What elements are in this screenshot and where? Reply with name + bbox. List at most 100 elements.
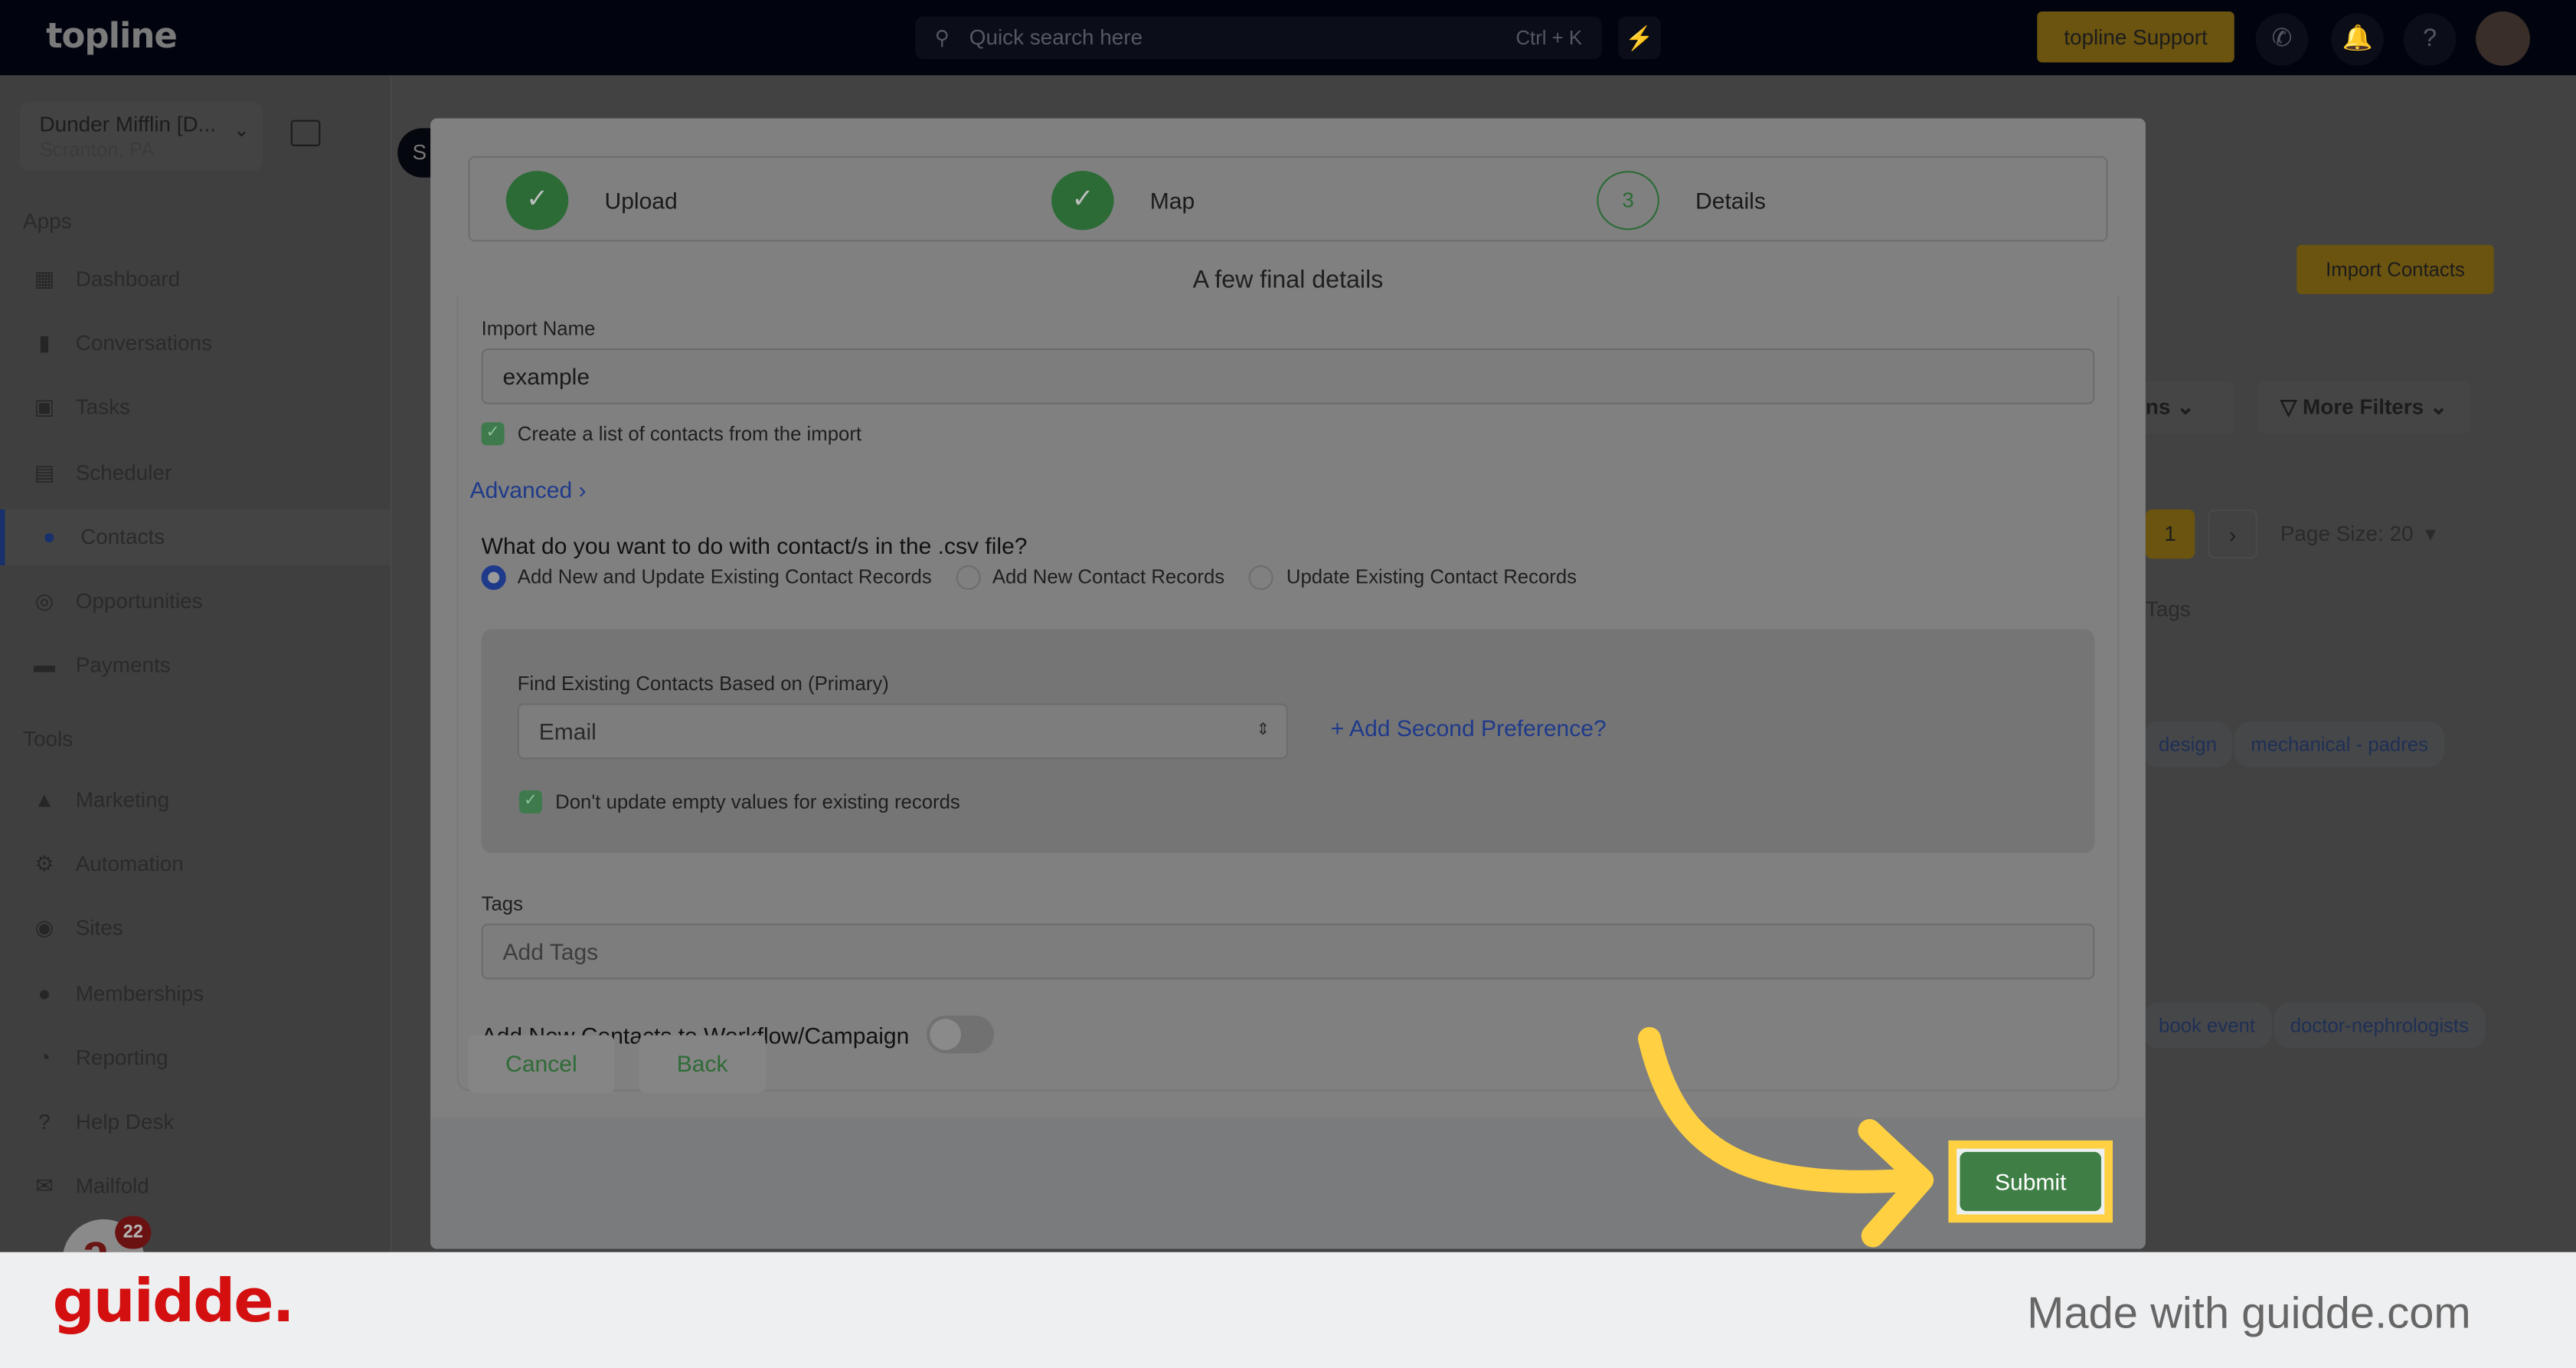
tag-chip: design bbox=[2142, 721, 2234, 767]
advanced-label: Advanced bbox=[469, 476, 573, 503]
sidebar-item-label: Payments bbox=[75, 653, 171, 678]
calendar-icon: ▤ bbox=[34, 459, 55, 485]
tools-heading: Tools bbox=[23, 726, 74, 751]
radio-add-and-update[interactable] bbox=[481, 565, 506, 591]
sidebar-item-contacts[interactable]: ● Contacts bbox=[0, 509, 391, 565]
account-name: Dunder Mifflin [D... bbox=[39, 111, 216, 137]
guidde-logo: guidde. bbox=[52, 1268, 295, 1337]
cancel-button[interactable]: Cancel bbox=[468, 1035, 615, 1093]
sidebar-item-memberships[interactable]: ● Memberships bbox=[0, 966, 391, 1022]
search-placeholder: Quick search here bbox=[969, 25, 1143, 50]
sidebar-item-label: Contacts bbox=[80, 523, 165, 549]
import-name-input[interactable]: example bbox=[481, 348, 2095, 404]
sidebar-item-tasks[interactable]: ▣ Tasks bbox=[0, 380, 391, 436]
radio-add-new[interactable] bbox=[956, 565, 981, 591]
sidebar-item-label: Help Desk bbox=[75, 1109, 175, 1134]
made-with-guidde: Made with guidde.com bbox=[2027, 1288, 2471, 1338]
sidebar-item-help-desk[interactable]: ? Help Desk bbox=[0, 1095, 391, 1150]
filter-icon: ▽ bbox=[2280, 394, 2297, 420]
step-label: Details bbox=[1695, 187, 1766, 214]
more-filters-label: More Filters bbox=[2303, 394, 2424, 420]
dont-update-empty-checkbox[interactable]: ✓ bbox=[518, 790, 542, 813]
sidebar-item-payments[interactable]: ▬ Payments bbox=[0, 638, 391, 694]
guidde-footer: guidde. Made with guidde.com bbox=[0, 1252, 2576, 1368]
primary-match-select[interactable]: Email ⇕ bbox=[517, 703, 1288, 760]
page-size-select[interactable]: Page Size: 20 ▾ bbox=[2280, 521, 2436, 547]
search-icon: ⚲ bbox=[934, 26, 950, 50]
select-arrows-icon: ⇕ bbox=[1256, 721, 1270, 740]
columns-button[interactable]: ns ⌄ bbox=[2136, 381, 2234, 434]
sidebar-toggle-icon[interactable] bbox=[290, 119, 321, 146]
columns-label: ns bbox=[2145, 394, 2171, 420]
create-list-checkbox[interactable]: ✓ bbox=[481, 422, 505, 446]
import-name-label: Import Name bbox=[481, 317, 596, 341]
avatar[interactable] bbox=[2476, 11, 2530, 66]
support-button[interactable]: topline Support bbox=[2037, 11, 2234, 63]
help-icon: ? bbox=[38, 1109, 51, 1134]
advanced-link[interactable]: Advanced › bbox=[470, 476, 587, 502]
sidebar-item-conversations[interactable]: ▮ Conversations bbox=[0, 316, 391, 371]
chat-icon: ▮ bbox=[38, 330, 51, 355]
sidebar-item-opportunities[interactable]: ◎ Opportunities bbox=[0, 574, 391, 630]
import-stepper: ✓ Upload ✓ Map 3 Details bbox=[468, 155, 2108, 242]
dashboard-icon: ▦ bbox=[34, 266, 55, 291]
check-icon: ✓ bbox=[1051, 171, 1114, 231]
quick-search-input[interactable]: ⚲ Quick search here Ctrl + K bbox=[914, 16, 1602, 60]
primary-match-value: Email bbox=[538, 718, 597, 745]
sidebar-item-mailfold[interactable]: ✉ Mailfold bbox=[0, 1159, 391, 1215]
tags-label: Tags bbox=[481, 892, 524, 915]
sidebar-item-label: Tasks bbox=[75, 394, 130, 420]
submit-button[interactable]: Submit bbox=[1960, 1151, 2101, 1212]
more-filters-button[interactable]: ▽ More Filters ⌄ bbox=[2257, 381, 2471, 434]
tags-column-header: Tags bbox=[2145, 596, 2191, 621]
workflow-toggle[interactable] bbox=[927, 1015, 994, 1054]
add-second-preference-button[interactable]: + Add Second Preference? bbox=[1331, 715, 1607, 741]
sidebar-item-automation[interactable]: ⚙ Automation bbox=[0, 836, 391, 892]
phone-icon[interactable]: ✆ bbox=[2255, 13, 2309, 66]
action-question: What do you want to do with contact/s in… bbox=[481, 532, 1028, 559]
sidebar-item-label: Automation bbox=[75, 851, 184, 876]
mail-icon: ✉ bbox=[35, 1173, 54, 1199]
step-label: Map bbox=[1149, 187, 1195, 214]
modal-title: A few final details bbox=[1192, 266, 1384, 295]
back-button[interactable]: Back bbox=[639, 1035, 766, 1093]
find-existing-label: Find Existing Contacts Based on (Primary… bbox=[517, 672, 889, 695]
task-icon: ▣ bbox=[34, 394, 55, 420]
step-label: Upload bbox=[604, 187, 678, 214]
import-contacts-button[interactable]: Import Contacts bbox=[2296, 244, 2494, 295]
sidebar-item-sites[interactable]: ◉ Sites bbox=[0, 902, 391, 957]
caret-down-icon: ▾ bbox=[2425, 521, 2437, 546]
target-icon: ◎ bbox=[34, 588, 54, 614]
plus-icon: + bbox=[1330, 715, 1345, 741]
sidebar-item-scheduler[interactable]: ▤ Scheduler bbox=[0, 445, 391, 501]
sidebar-item-marketing[interactable]: ▲ Marketing bbox=[0, 772, 391, 828]
lightning-icon[interactable]: ⚡ bbox=[1618, 16, 1661, 60]
sidebar-item-label: Dashboard bbox=[75, 266, 181, 291]
check-icon: ✓ bbox=[505, 171, 569, 231]
sidebar-item-dashboard[interactable]: ▦ Dashboard bbox=[0, 251, 391, 307]
sidebar-item-reporting[interactable]: ◔ Reporting bbox=[0, 1030, 391, 1086]
megaphone-icon: ▲ bbox=[34, 787, 55, 812]
sidebar-item-label: Reporting bbox=[75, 1045, 168, 1070]
users-icon: ● bbox=[38, 980, 51, 1006]
tag-chip: doctor-nephrologists bbox=[2274, 1002, 2486, 1049]
pointer-arrow-icon bbox=[1637, 1026, 1934, 1248]
topline-logo[interactable]: topline bbox=[46, 16, 178, 55]
radio-update-existing[interactable] bbox=[1248, 565, 1273, 591]
submit-highlight: Submit bbox=[1948, 1140, 2113, 1223]
radio-label: Add New Contact Records bbox=[992, 565, 1225, 589]
sidebar-item-label: Opportunities bbox=[75, 588, 203, 614]
bell-icon[interactable]: 🔔 bbox=[2331, 13, 2384, 66]
next-page-button[interactable]: › bbox=[2208, 509, 2257, 559]
chevron-right-icon: › bbox=[578, 476, 587, 503]
apps-heading: Apps bbox=[23, 208, 72, 234]
help-icon[interactable]: ? bbox=[2403, 13, 2457, 66]
globe-icon: ◉ bbox=[34, 915, 54, 941]
tags-input[interactable]: Add Tags bbox=[481, 923, 2095, 980]
account-location: Scranton, PA bbox=[39, 138, 155, 162]
create-list-label: Create a list of contacts from the impor… bbox=[517, 422, 862, 446]
step-number: 3 bbox=[1597, 171, 1659, 231]
tag-chip: mechanical - padres bbox=[2234, 721, 2445, 767]
page-1-button[interactable]: 1 bbox=[2145, 509, 2195, 559]
account-switcher[interactable]: Dunder Mifflin [D... Scranton, PA ⌄ bbox=[19, 102, 263, 172]
